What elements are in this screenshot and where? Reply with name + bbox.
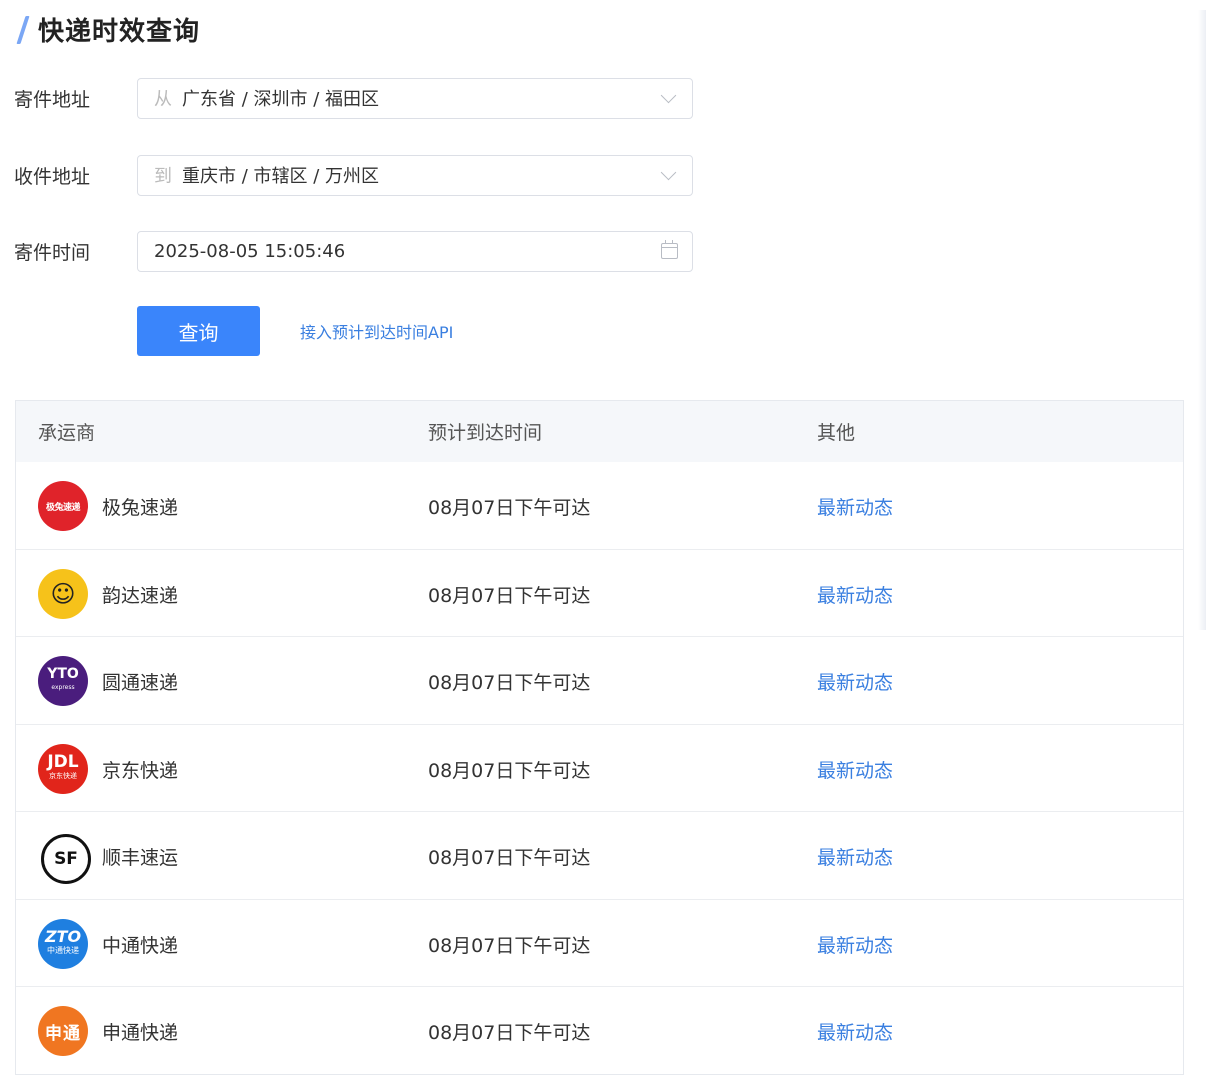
table-row: 极兔速递 极兔速递 08月07日下午可达 最新动态 [16,462,1183,550]
receiver-prefix: 到 [154,166,172,187]
sf-logo-icon: SF [41,834,91,884]
receiver-address-value: 重庆市 / 市辖区 / 万州区 [182,166,380,187]
logo-text: SF [54,849,78,869]
table-row: 申通 申通快递 08月07日下午可达 最新动态 [16,987,1183,1075]
page-title: 快递时效查询 [38,16,201,47]
logo-subtext: 中通快递 [47,945,79,955]
carrier-name: 极兔速递 [102,497,179,519]
receiver-address-select[interactable]: 到 重庆市 / 市辖区 / 万州区 [137,154,693,196]
column-header-eta: 预计到达时间 [428,422,543,444]
table-row: ZTO 中通快递 中通快递 08月07日下午可达 最新动态 [16,900,1183,987]
eta-value: 08月07日下午可达 [428,584,591,607]
latest-status-link[interactable]: 最新动态 [817,493,893,520]
latest-status-link[interactable]: 最新动态 [817,931,893,958]
page-header: 快递时效查询 [14,10,200,48]
column-header-other: 其他 [817,422,856,444]
sender-prefix: 从 [154,89,172,110]
scroll-shadow [1198,10,1206,630]
column-header-carrier: 承运商 [38,422,96,444]
send-time-label: 寄件时间 [14,241,91,264]
sender-address-label: 寄件地址 [14,88,91,111]
latest-status-link[interactable]: 最新动态 [817,1018,893,1045]
sender-address-select[interactable]: 从 广东省 / 深圳市 / 福田区 [137,77,693,119]
logo-text: JDL [47,751,79,772]
yto-logo-icon: YTO express [38,656,88,706]
latest-status-link[interactable]: 最新动态 [817,843,893,870]
logo-text: 极兔速递 [45,502,81,513]
table-row: ☺ 韵达速递 08月07日下午可达 最新动态 [16,550,1183,637]
eta-value: 08月07日下午可达 [428,672,591,694]
chevron-down-icon [660,164,677,180]
carrier-name: 京东快递 [102,759,179,782]
eta-value: 08月07日下午可达 [428,934,591,957]
query-button[interactable]: 查询 [137,306,260,356]
carrier-name: 申通快递 [102,1022,179,1044]
logo-text: ☺ [50,579,76,608]
eta-value: 08月07日下午可达 [428,1022,591,1044]
results-table: 承运商 预计到达时间 其他 极兔速递 极兔速递 08月07日下午可达 最新动态 … [15,400,1184,1075]
logo-text: 申通 [45,1023,81,1044]
carrier-name: 中通快递 [102,934,179,957]
logo-text: ZTO [44,926,82,946]
latest-status-link[interactable]: 最新动态 [817,668,893,695]
eta-value: 08月07日下午可达 [428,497,591,519]
table-row: SF 顺丰速运 08月07日下午可达 最新动态 [16,812,1183,900]
send-time-picker[interactable]: 2025-08-05 15:05:46 [137,230,693,272]
send-time-value: 2025-08-05 15:05:46 [154,240,346,262]
logo-text: YTO [47,666,79,682]
send-time-row: 寄件时间 2025-08-05 15:05:46 [14,229,693,273]
sender-address-row: 寄件地址 从 广东省 / 深圳市 / 福田区 [14,76,693,120]
carrier-name: 韵达速递 [102,584,179,607]
table-row: JDL 京东快递 京东快递 08月07日下午可达 最新动态 [16,725,1183,812]
eta-value: 08月07日下午可达 [428,847,591,869]
table-row: YTO express 圆通速递 08月07日下午可达 最新动态 [16,637,1183,725]
zto-logo-icon: ZTO 中通快递 [38,918,88,969]
table-header: 承运商 预计到达时间 其他 [16,401,1183,462]
yunda-logo-icon: ☺ [38,568,88,619]
jitu-logo-icon: 极兔速递 [38,481,88,531]
logo-subtext: express [51,684,75,691]
api-link[interactable]: 接入预计到达时间API [300,319,453,343]
sender-address-value: 广东省 / 深圳市 / 福田区 [182,89,380,110]
jd-logo-icon: JDL 京东快递 [38,743,88,794]
carrier-name: 圆通速递 [102,672,179,694]
latest-status-link[interactable]: 最新动态 [817,756,893,783]
receiver-address-row: 收件地址 到 重庆市 / 市辖区 / 万州区 [14,153,693,197]
calendar-icon[interactable] [661,240,678,259]
latest-status-link[interactable]: 最新动态 [817,581,893,608]
chevron-down-icon [660,87,677,103]
sto-logo-icon: 申通 [38,1006,88,1056]
title-accent-icon [14,12,32,46]
logo-subtext: 京东快递 [49,771,77,780]
eta-value: 08月07日下午可达 [428,759,591,782]
receiver-address-label: 收件地址 [14,165,91,188]
carrier-name: 顺丰速运 [102,847,179,869]
